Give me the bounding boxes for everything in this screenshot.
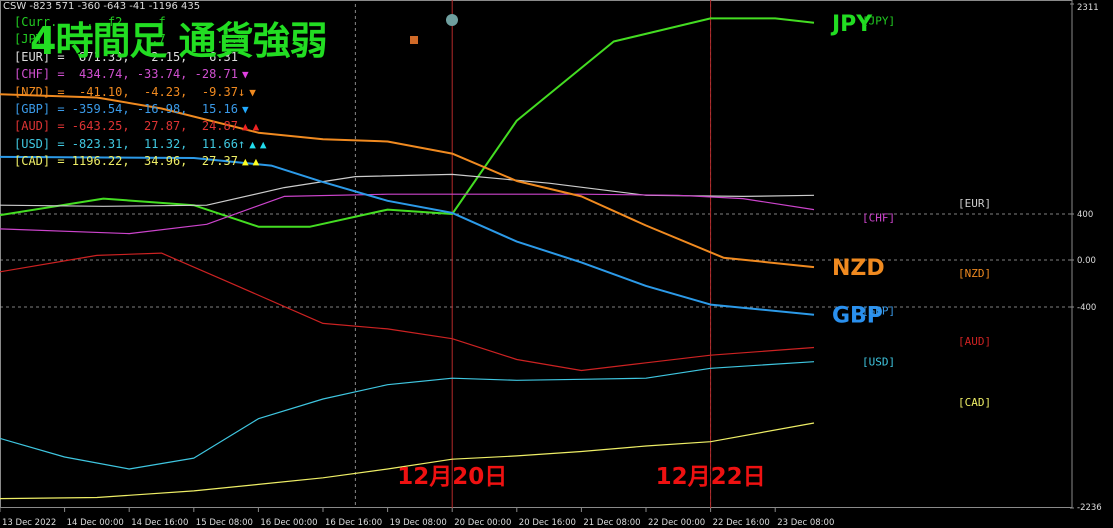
x-tick-label: 21 Dec 08:00: [583, 518, 640, 528]
series-line-eur: [0, 173, 815, 207]
legend-row-text: [NZD] = -41.10, -4.23, -9.37↓: [14, 84, 246, 99]
y-tick-label: 400: [1077, 210, 1093, 220]
legend-row-text: [USD] = -823.31, 11.32, 11.66↑: [14, 136, 246, 151]
series-label-nzd: NZD: [832, 256, 885, 281]
series-line-usd: [0, 361, 815, 470]
y-tick-label: -2236: [1077, 503, 1102, 513]
down-triangle-icon: ▼: [241, 68, 249, 82]
up-triangle-icon: ▲: [241, 120, 249, 134]
x-tick-label: 16 Dec 16:00: [325, 518, 382, 528]
marker-dot: [446, 14, 458, 26]
legend-row-text: [AUD] = -643.25, 27.87, 24.87: [14, 119, 238, 134]
x-tick-label: 20 Dec 16:00: [519, 518, 576, 528]
overlay-title: 4時間足 通貨強弱: [30, 19, 328, 63]
currency-strength-chart: JPY NZD GBP [JPY] [EUR] [CHF] [NZD] [GBP] [AUD][…: [0, 0, 1113, 528]
right-label: [JPY]: [862, 15, 895, 28]
legend-row-text: [CHF] = 434.74, -33.74, -28.71: [14, 67, 238, 82]
legend-row: [CHF] = 434.74, -33.74, -28.71 ▼: [14, 66, 266, 83]
up-triangle-icon: ▲: [252, 155, 260, 169]
legend-row-text: [CAD] = 1196.22, 34.96, 27.37: [14, 154, 238, 169]
down-triangle-icon: ▼: [249, 85, 256, 99]
right-label: [GBP]: [862, 304, 895, 317]
x-tick-label: 16 Dec 00:00: [260, 518, 317, 528]
x-tick-label: 20 Dec 00:00: [454, 518, 511, 528]
right-label: [CHF]: [862, 211, 895, 224]
up-triangle-icon: ▲: [241, 155, 249, 169]
marker-square: [410, 36, 418, 44]
right-label: [NZD]: [958, 267, 991, 280]
down-triangle-icon: ▼: [241, 102, 249, 116]
legend-row: [GBP] = -359.54, -16.98, 15.16 ▼: [14, 101, 266, 118]
x-tick-label: 23 Dec 08:00: [777, 518, 834, 528]
x-tick-label: 14 Dec 16:00: [131, 518, 188, 528]
y-tick-label: 0.00: [1077, 256, 1096, 266]
x-tick-label: 22 Dec 00:00: [648, 518, 705, 528]
up-triangle-icon: ▲: [259, 137, 267, 151]
x-tick-label: 22 Dec 16:00: [713, 518, 770, 528]
x-tick-label: 14 Dec 00:00: [67, 518, 124, 528]
series-line-aud: [0, 252, 815, 372]
date-annotation: 12月22日: [656, 464, 766, 490]
y-tick-label: -400: [1077, 303, 1096, 313]
up-triangle-icon: ▲: [252, 120, 260, 134]
legend-row: [CAD] = 1196.22, 34.96, 27.37 ▲ ▲: [14, 153, 266, 170]
x-tick-label: 13 Dec 2022: [2, 518, 56, 528]
legend-row: [NZD] = -41.10, -4.23, -9.37↓ ▼: [14, 84, 266, 101]
right-label: [CAD]: [958, 396, 991, 409]
y-tick-label: 2311: [1077, 3, 1099, 13]
right-label: [AUD]: [958, 335, 991, 348]
legend-row-text: [GBP] = -359.54, -16.98, 15.16: [14, 101, 238, 116]
date-annotation: 12月20日: [397, 464, 507, 490]
legend-row: [USD] = -823.31, 11.32, 11.66↑ ▲ ▲: [14, 136, 266, 153]
right-label: [USD]: [862, 356, 895, 369]
series-line-gbp: [0, 155, 815, 316]
up-triangle-icon: ▲: [249, 137, 256, 151]
x-tick-label: 19 Dec 08:00: [390, 518, 447, 528]
right-label: [EUR]: [958, 197, 991, 210]
x-tick-label: 15 Dec 08:00: [196, 518, 253, 528]
legend-row: [AUD] = -643.25, 27.87, 24.87 ▲ ▲: [14, 118, 266, 135]
